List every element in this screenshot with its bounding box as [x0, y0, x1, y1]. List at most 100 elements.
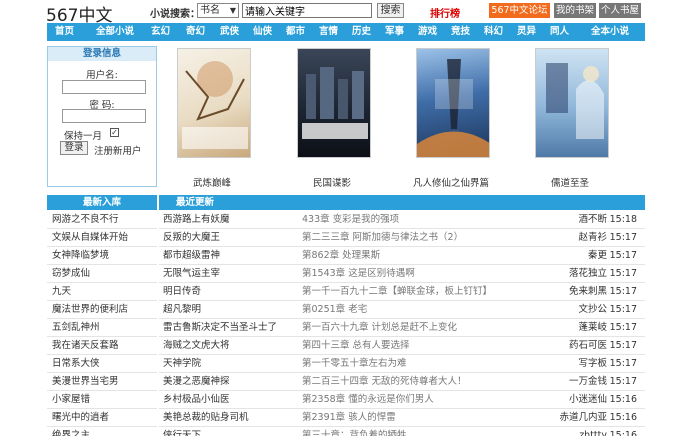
nav-item-all[interactable]: 全部小说: [96, 23, 134, 41]
update-author[interactable]: zhttty: [579, 427, 607, 436]
update-author[interactable]: 药石可医: [569, 337, 607, 355]
book-cover[interactable]: [177, 48, 251, 158]
update-chapter-link[interactable]: 第0251章 老宅: [302, 301, 367, 319]
update-chapter-link[interactable]: 第2391章 骇人的悍雷: [302, 409, 396, 427]
nav-item-kehuan[interactable]: 科幻: [484, 23, 503, 41]
book-cover[interactable]: [297, 48, 371, 158]
update-author[interactable]: 秦更: [588, 247, 607, 265]
update-time: 15:17: [609, 304, 637, 315]
nav-item-dushi[interactable]: 都市: [286, 23, 305, 41]
new-book-item[interactable]: 文娱从自媒体开始: [47, 229, 157, 247]
update-author[interactable]: 赵青衫: [578, 229, 607, 247]
recent-updates-title: 最近更新: [159, 195, 645, 210]
book-cover[interactable]: [535, 48, 609, 158]
update-book-link[interactable]: 都市超级雷神: [163, 247, 220, 265]
update-author[interactable]: 酒不断: [578, 211, 607, 229]
update-book-link[interactable]: 美漫之恶魔神探: [163, 373, 230, 391]
update-chapter-link[interactable]: 第一百六十九章 计划总是赶不上变化: [302, 319, 457, 337]
book-title[interactable]: 儒道至圣: [513, 175, 627, 189]
login-button[interactable]: 登录: [60, 141, 88, 155]
update-chapter-link[interactable]: 第一千一百九十二章【蝉联金球，板上钉钉】: [302, 283, 492, 301]
update-chapter-link[interactable]: 第二百三十四章 无敌的死侍尊者大人！: [302, 373, 467, 391]
update-row: 天神学院 第一千零五十章左右为难 写字板 15:17: [159, 355, 645, 373]
nav-item-qihuan[interactable]: 奇幻: [186, 23, 205, 41]
nav-item-junshi[interactable]: 军事: [385, 23, 404, 41]
book-title[interactable]: 武炼巅峰: [155, 175, 269, 189]
update-book-link[interactable]: 超凡黎明: [163, 301, 201, 319]
username-field[interactable]: [62, 80, 146, 94]
update-book-link[interactable]: 西游路上有妖魔: [163, 211, 230, 229]
new-book-item[interactable]: 窃梦成仙: [47, 265, 157, 283]
update-chapter-link[interactable]: 第2358章 懂的永远是你们男人: [302, 391, 434, 409]
book-title[interactable]: 民国谍影: [275, 175, 389, 189]
remember-checkbox[interactable]: ✓: [110, 128, 119, 137]
update-chapter-link[interactable]: 433章 变彩是我的强项: [302, 211, 399, 229]
nav-item-finished[interactable]: 全本小说: [591, 23, 629, 41]
personal-button[interactable]: 个人书屋: [599, 3, 641, 18]
register-link[interactable]: 注册新用户: [94, 143, 142, 157]
forum-button[interactable]: 567中文论坛: [489, 3, 550, 18]
new-book-item[interactable]: 五剑乱神州: [47, 319, 157, 337]
search-input[interactable]: [242, 3, 372, 18]
update-author[interactable]: 落花独立: [569, 265, 607, 283]
update-chapter-link[interactable]: 第1543章 这是区别待遇啊: [302, 265, 415, 283]
update-book-link[interactable]: 天神学院: [163, 355, 201, 373]
search-type-select[interactable]: 书名 ▼: [197, 3, 239, 18]
nav-item-lishi[interactable]: 历史: [352, 23, 371, 41]
update-time: 15:18: [609, 214, 637, 225]
search-button[interactable]: 搜索: [377, 3, 404, 18]
update-book-link[interactable]: 反叛的大魔王: [163, 229, 220, 247]
nav-item-yanqing[interactable]: 言情: [319, 23, 338, 41]
update-book-link[interactable]: 无限气运主宰: [163, 265, 220, 283]
update-book-link[interactable]: 乡村极品小仙医: [163, 391, 230, 409]
update-author[interactable]: 文抄公: [578, 301, 607, 319]
new-book-item[interactable]: 网游之不良不行: [47, 211, 157, 229]
update-time: 15:16: [609, 412, 637, 423]
nav-item-wuxia[interactable]: 武侠: [220, 23, 239, 41]
update-author[interactable]: 小迷迷仙: [569, 391, 607, 409]
update-time: 15:17: [609, 286, 637, 297]
new-book-item[interactable]: 美漫世界当宅男: [47, 373, 157, 391]
update-book-link[interactable]: 美艳总裁的贴身司机: [163, 409, 249, 427]
new-book-item[interactable]: 曙光中的逍者: [47, 409, 157, 427]
nav-item-youxi[interactable]: 游戏: [418, 23, 437, 41]
rank-link[interactable]: 排行榜: [430, 5, 460, 20]
update-book-link[interactable]: 侠行天下: [163, 427, 201, 436]
new-book-item[interactable]: 女神降临梦境: [47, 247, 157, 265]
book-title[interactable]: 凡人修仙之仙界篇: [394, 175, 508, 189]
update-chapter-link[interactable]: 第四十三章 总有人要选择: [302, 337, 410, 355]
nav-item-xuanhuan[interactable]: 玄幻: [151, 23, 170, 41]
update-time: 15:17: [609, 268, 637, 279]
new-book-item[interactable]: 九天: [47, 283, 157, 301]
new-book-item[interactable]: 日常系大侠: [47, 355, 157, 373]
chevron-down-icon: ▼: [229, 6, 236, 15]
update-chapter-link[interactable]: 第二三三章 阿斯加德与律法之书（2）: [302, 229, 463, 247]
new-book-item[interactable]: 我在诸天反套路: [47, 337, 157, 355]
update-author[interactable]: 写字板: [578, 355, 607, 373]
update-author[interactable]: 一万金钱: [569, 373, 607, 391]
update-chapter-link[interactable]: 第862章 处理果斯: [302, 247, 380, 265]
update-time: 15:17: [609, 232, 637, 243]
bookshelf-button[interactable]: 我的书架: [554, 3, 596, 18]
update-author[interactable]: 赤道几内亚: [559, 409, 607, 427]
update-chapter-link[interactable]: 第三十章：背负着的牺牲: [302, 427, 407, 436]
update-book-link[interactable]: 海贼之文虎大将: [163, 337, 230, 355]
cover-art: [182, 61, 248, 149]
nav-item-home[interactable]: 首页: [55, 23, 74, 41]
new-book-item[interactable]: 小家屋错: [47, 391, 157, 409]
nav-item-tongren[interactable]: 同人: [550, 23, 569, 41]
nav-item-lingyi[interactable]: 灵异: [517, 23, 536, 41]
new-book-item[interactable]: 绝界之主: [47, 427, 157, 436]
update-book-link[interactable]: 雷古鲁斯决定不当圣斗士了: [163, 319, 277, 337]
update-chapter-link[interactable]: 第一千零五十章左右为难: [302, 355, 407, 373]
nav-item-jingji[interactable]: 竞技: [451, 23, 470, 41]
update-author[interactable]: 蓬莱岐: [578, 319, 607, 337]
update-author[interactable]: 免来刺黑: [569, 283, 607, 301]
update-row: 海贼之文虎大将 第四十三章 总有人要选择 药石可医 15:17: [159, 337, 645, 355]
update-book-link[interactable]: 明日传奇: [163, 283, 201, 301]
update-time: 15:16: [609, 430, 637, 436]
book-cover[interactable]: [416, 48, 490, 158]
new-book-item[interactable]: 魔法世界的便利店: [47, 301, 157, 319]
password-field[interactable]: [62, 109, 146, 123]
nav-item-xianxia[interactable]: 仙侠: [253, 23, 272, 41]
